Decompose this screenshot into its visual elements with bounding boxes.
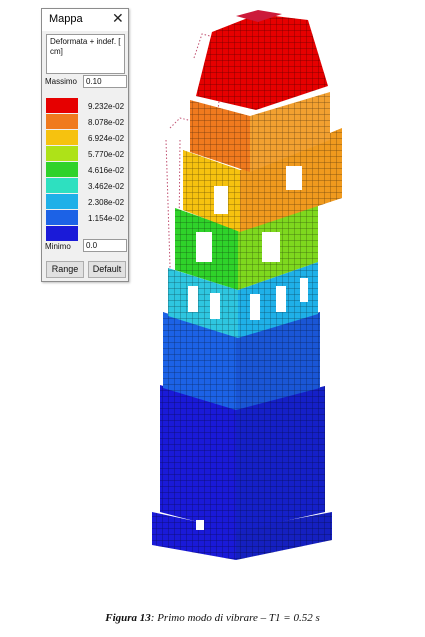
max-value-field[interactable]: 0.10 bbox=[83, 75, 127, 88]
caption-text: : Primo modo di vibrare – T1 = 0.52 s bbox=[150, 612, 320, 624]
scale-row: 1.154e-02 bbox=[46, 210, 126, 226]
min-label: Minimo bbox=[45, 242, 71, 251]
scale-swatch-3 bbox=[46, 130, 78, 145]
quantity-box: Deformata + indef. [ cm] bbox=[46, 34, 125, 74]
scale-value-5: 4.616e-02 bbox=[88, 166, 125, 175]
max-label: Massimo bbox=[45, 77, 78, 86]
range-button[interactable]: Range bbox=[46, 261, 84, 278]
scale-value-4: 5.770e-02 bbox=[88, 150, 125, 159]
scale-swatch-1 bbox=[46, 98, 78, 113]
scale-value-8: 1.154e-02 bbox=[88, 214, 125, 223]
scale-value-7: 2.308e-02 bbox=[88, 198, 125, 207]
figure-caption: Figura 13: Primo modo di vibrare – T1 = … bbox=[0, 612, 425, 624]
scale-value-1: 9.232e-02 bbox=[88, 102, 125, 111]
scale-value-3: 6.924e-02 bbox=[88, 134, 125, 143]
scale-row: 8.078e-02 bbox=[46, 114, 126, 130]
scale-row: 6.924e-02 bbox=[46, 130, 126, 146]
min-value-field[interactable]: 0.0 bbox=[83, 239, 127, 252]
scale-swatch-2 bbox=[46, 114, 78, 129]
scale-swatch-6 bbox=[46, 178, 78, 193]
close-icon[interactable]: ✕ bbox=[112, 10, 124, 27]
scale-row: 9.232e-02 bbox=[46, 98, 126, 114]
scale-row: 4.616e-02 bbox=[46, 162, 126, 178]
scale-value-6: 3.462e-02 bbox=[88, 182, 125, 191]
default-button[interactable]: Default bbox=[88, 261, 126, 278]
color-scale: 9.232e-02 8.078e-02 6.924e-02 5.770e-02 … bbox=[46, 98, 126, 242]
scale-row: 3.462e-02 bbox=[46, 178, 126, 194]
scale-row: 5.770e-02 bbox=[46, 146, 126, 162]
scale-swatch-7 bbox=[46, 194, 78, 209]
caption-label: Figura 13 bbox=[105, 612, 151, 624]
legend-title: Mappa bbox=[49, 13, 83, 25]
scale-value-2: 8.078e-02 bbox=[88, 118, 125, 127]
scale-swatch-8 bbox=[46, 210, 78, 225]
scale-row: 2.308e-02 bbox=[46, 194, 126, 210]
scale-swatch-9 bbox=[46, 226, 78, 241]
scale-swatch-5 bbox=[46, 162, 78, 177]
legend-panel: Mappa ✕ Deformata + indef. [ cm] Massimo… bbox=[41, 8, 129, 282]
scale-swatch-4 bbox=[46, 146, 78, 161]
tower-spire bbox=[196, 10, 328, 110]
legend-titlebar[interactable]: Mappa ✕ bbox=[42, 9, 128, 31]
